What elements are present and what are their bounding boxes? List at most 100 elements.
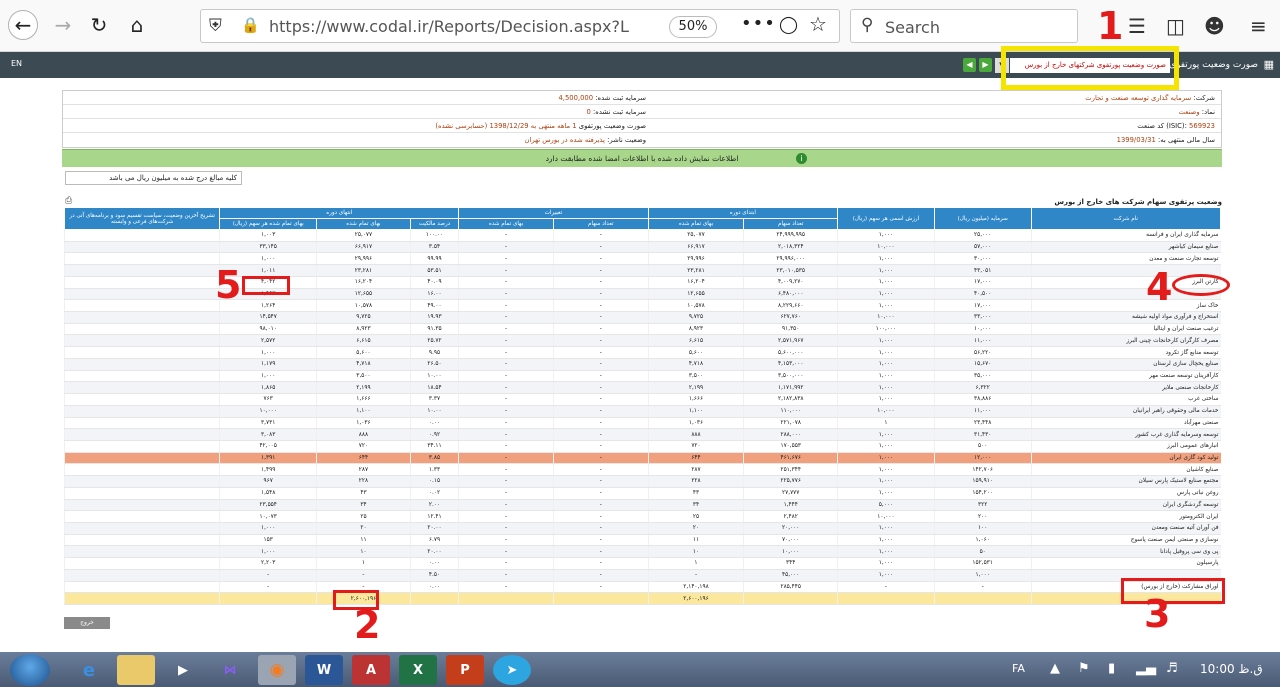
- cell-end-cost-per: -: [219, 581, 317, 594]
- visual-studio-icon[interactable]: ⋈: [211, 655, 249, 685]
- cell-capital: ۱۵۹,۹۱۰: [933, 475, 1032, 488]
- cell-explain: [63, 229, 220, 242]
- start-button[interactable]: [10, 654, 50, 686]
- firefox-icon[interactable]: ◉: [258, 655, 296, 685]
- zoom-indicator[interactable]: 50%: [669, 16, 717, 38]
- cell-end-cost: ۸۸۸: [316, 428, 411, 441]
- total-cell-chg-shares: [552, 592, 649, 605]
- library-icon[interactable]: ☰: [1128, 14, 1146, 38]
- cell-explain: [63, 264, 220, 277]
- next-arrow-icon[interactable]: ▶: [979, 58, 992, 72]
- volume-icon[interactable]: ♬: [1166, 661, 1178, 676]
- cell-capital: ۲۵,۰۰۰: [933, 229, 1032, 242]
- cell-start-shares: ۸,۲۲۹,۶۶۰: [743, 299, 838, 313]
- cell-end-cost: ۴۳: [316, 487, 411, 500]
- cell-explain: [63, 311, 220, 324]
- cell-end-cost: ۱,۰۳۶: [316, 417, 411, 430]
- address-bar[interactable]: ⛨ 🔒 https://www.codal.ir/Reports/Decisio…: [200, 9, 840, 43]
- annotation-label: 3: [1144, 592, 1171, 636]
- verification-notice: اطلاعات نمایش داده شده با اطلاعات امضا ش…: [62, 149, 1222, 167]
- pocket-icon[interactable]: ◯: [779, 15, 798, 35]
- cell-start-shares: ۲۷,۷۷۷: [743, 487, 838, 500]
- access-icon[interactable]: A: [352, 655, 390, 685]
- network-signal-icon[interactable]: ▂▄: [1136, 661, 1156, 676]
- sidebar-icon[interactable]: ◫: [1166, 14, 1185, 38]
- action-center-icon[interactable]: ⚑: [1078, 661, 1090, 676]
- cell-end-cost-per: ۳,۰۸۳: [219, 428, 317, 441]
- search-input[interactable]: ⚲ Search: [850, 9, 1078, 43]
- cell-name: خدمات مالی وحقوقی راهبر ایرانیان: [1030, 405, 1221, 418]
- print-icon[interactable]: ⎙: [65, 196, 72, 206]
- lock-icon[interactable]: 🔒: [241, 16, 260, 34]
- cell-start-shares: ۶۲۷,۷۶۰: [743, 311, 838, 324]
- powerpoint-icon[interactable]: P: [446, 655, 484, 685]
- cell-end-cost: ۴,۷۱۸: [316, 358, 411, 371]
- back-button[interactable]: ←: [8, 10, 38, 40]
- bookmark-star-icon[interactable]: ☆: [809, 12, 827, 36]
- file-explorer-icon[interactable]: [117, 655, 155, 685]
- more-actions-icon[interactable]: •••: [741, 13, 776, 34]
- cell-capital: ۶,۳۲۲: [933, 381, 1032, 395]
- reload-button[interactable]: ↻: [84, 10, 114, 40]
- cell-chg-cost: -: [458, 417, 554, 430]
- table-row: صنایع کاشیان ۱۴۲,۷۰۶ ۱,۰۰۰ ۲۵۱,۳۴۴ ۲۸۷- -۱.۳۳…: [63, 463, 1221, 477]
- cell-chg-cost: -: [458, 288, 554, 301]
- ie-icon[interactable]: e: [70, 655, 108, 685]
- search-icon: ⚲: [861, 15, 874, 35]
- unregistered-value: 0: [586, 108, 591, 116]
- cell-end-cost: ۶,۶۱۵: [316, 334, 411, 348]
- cell-chg-cost: -: [458, 393, 554, 406]
- cell-start-cost: ۲۰: [647, 522, 744, 535]
- cell-chg-shares: -: [552, 276, 649, 289]
- table-row: انبارهای عمومی البرز ۵۰۰ ۱,۰۰۰ ۱۷۰,۵۵۳ ۷۲۰- -…: [63, 440, 1221, 453]
- cell-capital: ۴۰,۵۰۰: [933, 288, 1032, 301]
- cell-end-pct: ۰.۹۲: [409, 428, 459, 441]
- cell-name: ترغیب صنعت ایران و ایتالیا: [1030, 323, 1221, 336]
- cell-nominal: ۱,۰۰۰: [837, 276, 935, 289]
- table-row: روغن نباتی پارس ۱۵۴,۲۰۰ ۱,۰۰۰ ۲۷,۷۷۷ ۴۳- -۰.۰…: [63, 487, 1221, 500]
- cell-nominal: ۵,۰۰۰: [837, 499, 935, 512]
- cell-explain: [63, 334, 220, 348]
- media-player-icon[interactable]: ▶: [164, 655, 202, 685]
- cell-end-pct: ۰.۰۰: [409, 557, 459, 570]
- cell-end-pct: ۳.۸۵: [409, 452, 459, 465]
- home-button[interactable]: ⌂: [122, 10, 152, 40]
- clock[interactable]: 10:00 ق.ظ: [1200, 662, 1263, 676]
- account-icon[interactable]: ☻: [1204, 14, 1225, 38]
- annotation-label: 1: [1097, 4, 1124, 48]
- show-hidden-icons-icon[interactable]: ▲: [1050, 661, 1060, 676]
- cell-nominal: ۱,۰۰۰: [837, 346, 935, 359]
- cell-capital: ۱۵,۶۷۰: [933, 358, 1032, 371]
- cell-start-shares: ۴,۱۵۳,۰۰۰: [743, 358, 838, 371]
- word-icon[interactable]: W: [305, 655, 343, 685]
- menu-icon[interactable]: ≡: [1250, 14, 1267, 38]
- info-icon: i: [796, 153, 807, 164]
- isic-label: کد صنعت (ISIC): 569923: [1137, 122, 1215, 130]
- excel-icon[interactable]: X: [399, 655, 437, 685]
- cell-start-cost: ۶,۶۱۵: [647, 334, 744, 348]
- cell-start-shares: ۲۹,۹۹۶,۰۰۰: [743, 252, 838, 266]
- language-toggle[interactable]: EN: [11, 59, 22, 68]
- cell-start-shares: ۲۵۱,۳۴۴: [743, 463, 838, 477]
- battery-icon[interactable]: ▮: [1108, 661, 1115, 676]
- isic-value: 569923: [1189, 122, 1215, 130]
- cell-end-cost-per: ۳,۷۳۱: [219, 417, 317, 430]
- cell-capital: ۲۳,۴۴۸: [933, 417, 1032, 430]
- cell-capital: ۱۲,۰۰۰: [933, 452, 1032, 465]
- cell-start-shares: ۱۱۰,۰۰۰: [743, 405, 838, 418]
- prev-arrow-icon[interactable]: ◀: [963, 58, 976, 72]
- cell-name: ایران الکترومتور: [1030, 510, 1221, 523]
- table-row: ترغیب صنعت ایران و ایتالیا ۱۰,۰۰۰ ۱۰۰,۰۰۰ ۹…: [63, 323, 1221, 336]
- table-row: ساختی غرب ۳۸,۸۸۶ ۱,۰۰۰ ۲,۱۸۲,۸۳۸ ۱,۶۶۶- -۳.۳۷…: [63, 393, 1221, 406]
- forward-button[interactable]: →: [48, 10, 78, 40]
- exit-button[interactable]: خروج: [64, 617, 110, 629]
- cell-start-shares: ۴,۰۰۹,۲۷۰: [743, 276, 838, 289]
- shield-icon[interactable]: ⛨: [209, 16, 222, 36]
- input-language[interactable]: FA: [1012, 662, 1025, 675]
- cell-explain: [63, 252, 220, 266]
- url-text[interactable]: https://www.codal.ir/Reports/Decision.as…: [269, 17, 629, 36]
- cell-explain: [63, 288, 220, 301]
- telegram-icon[interactable]: ➤: [493, 655, 531, 685]
- table-row: توسعه منابع گاز تکرود ۵۶,۲۲۰ ۱,۰۰۰ ۵,۶۰۰,۰۰…: [63, 346, 1221, 359]
- cell-explain: [63, 557, 220, 570]
